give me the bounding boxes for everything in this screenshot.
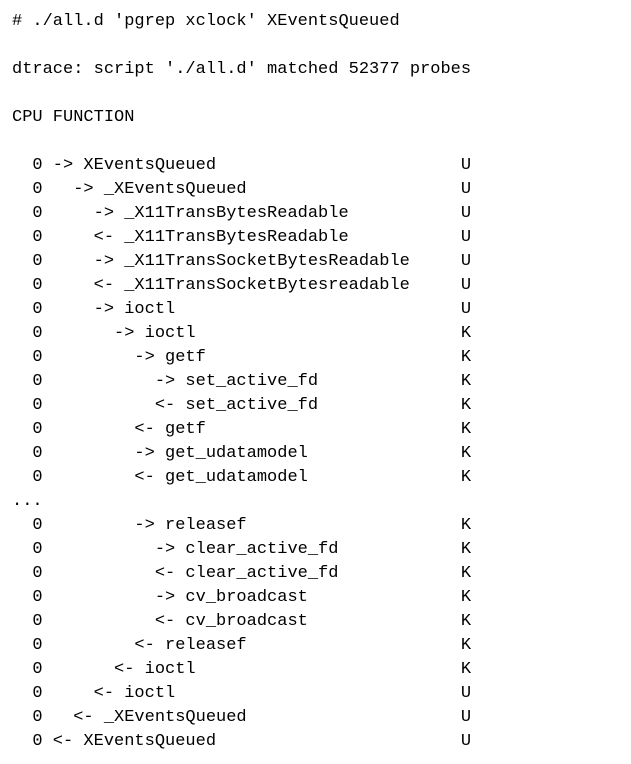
command-line: # ./all.d 'pgrep xclock' XEventsQueued — [12, 10, 619, 34]
column-header: CPU FUNCTION — [12, 106, 619, 130]
dtrace-summary: dtrace: script './all.d' matched 52377 p… — [12, 58, 619, 82]
dtrace-output: # ./all.d 'pgrep xclock' XEventsQueued d… — [0, 0, 631, 764]
